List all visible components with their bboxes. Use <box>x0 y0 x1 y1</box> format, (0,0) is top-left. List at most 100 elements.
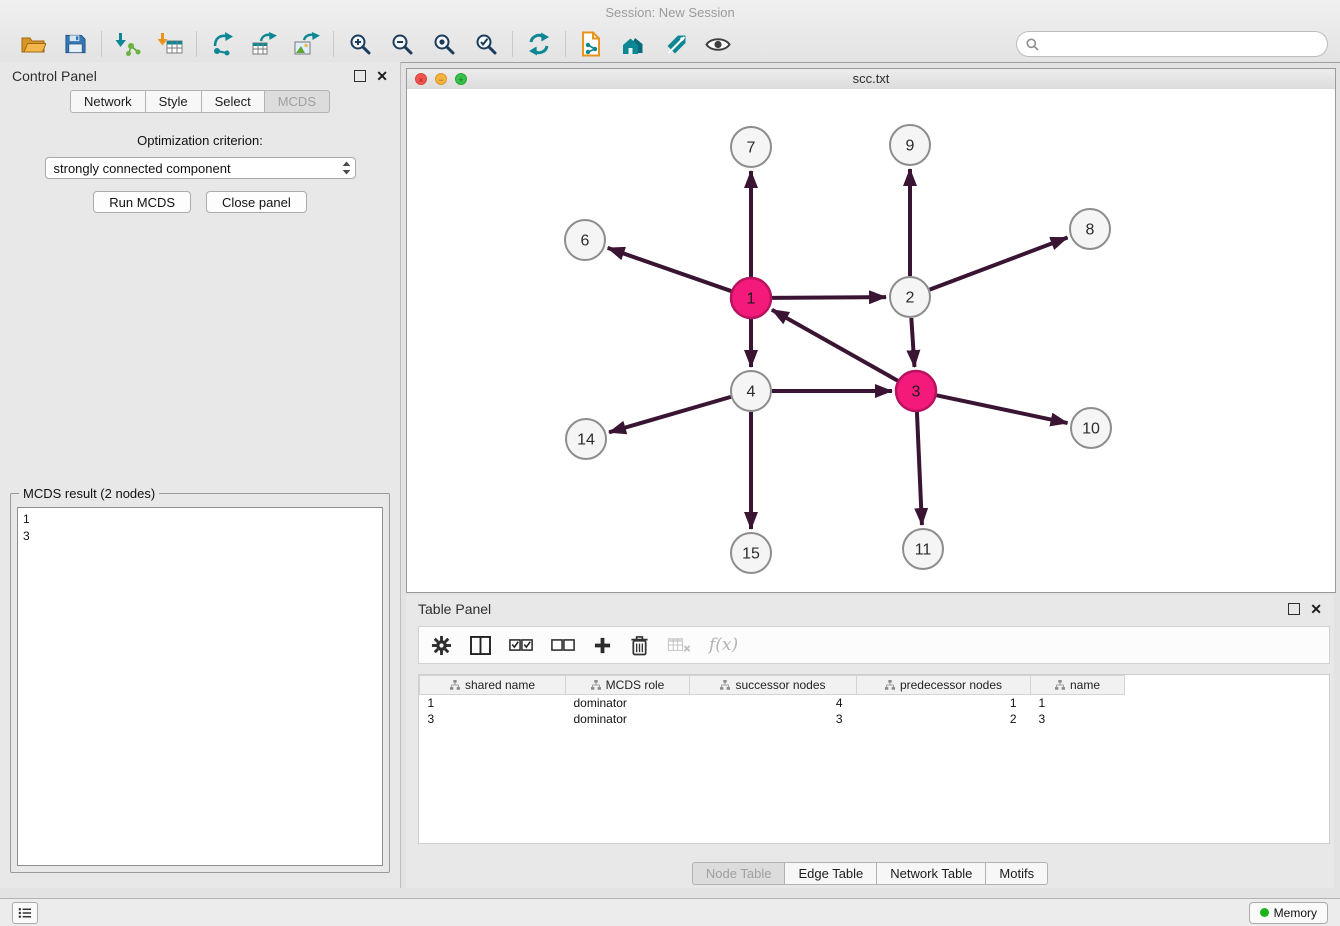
float-table-panel-icon[interactable] <box>1288 603 1300 615</box>
home-button[interactable] <box>613 28 655 60</box>
run-mcds-button[interactable]: Run MCDS <box>93 191 191 213</box>
tab-network-table[interactable]: Network Table <box>877 862 986 885</box>
node-10[interactable]: 10 <box>1071 408 1111 448</box>
node-8[interactable]: 8 <box>1070 209 1110 249</box>
tab-select[interactable]: Select <box>202 90 265 113</box>
node-6[interactable]: 6 <box>565 220 605 260</box>
tab-node-table[interactable]: Node Table <box>692 862 786 885</box>
column-header-mcds-role[interactable]: MCDS role <box>566 676 690 695</box>
columns-icon <box>470 636 491 655</box>
tab-style[interactable]: Style <box>146 90 202 113</box>
column-header-name[interactable]: name <box>1031 676 1125 695</box>
zoom-in-button[interactable] <box>339 28 381 60</box>
close-panel-button[interactable]: Close panel <box>206 191 307 213</box>
edge-3-10[interactable] <box>937 395 1068 423</box>
save-icon <box>64 33 87 55</box>
edge-4-14[interactable] <box>609 397 731 432</box>
close-panel-icon[interactable]: ✕ <box>376 71 388 81</box>
column-tree-icon <box>591 680 601 690</box>
delete-table-button[interactable] <box>667 637 691 653</box>
node-14[interactable]: 14 <box>566 419 606 459</box>
table-cell[interactable]: 3 <box>1031 711 1125 727</box>
table-cell[interactable]: dominator <box>566 711 690 727</box>
table-cell[interactable]: 1 <box>1031 695 1125 712</box>
optimization-criterion-dropdown[interactable]: strongly connected component <box>45 157 356 179</box>
table-cell[interactable]: 3 <box>690 711 857 727</box>
edge-1-6[interactable] <box>608 248 732 291</box>
edge-3-1[interactable] <box>772 310 898 381</box>
edge-2-8[interactable] <box>930 237 1068 289</box>
zoom-window-button[interactable]: + <box>455 73 467 85</box>
zoom-selected-icon <box>475 33 497 55</box>
table-settings-button[interactable] <box>431 635 452 656</box>
close-table-panel-icon[interactable]: ✕ <box>1310 604 1322 614</box>
table-cell[interactable]: 4 <box>690 695 857 712</box>
optimization-criterion-label: Optimization criterion: <box>0 133 400 148</box>
network-canvas[interactable]: 7 9 6 8 1 2 4 3 14 10 15 11 <box>407 89 1335 592</box>
edge-2-3[interactable] <box>911 318 914 367</box>
network-graph[interactable]: 7 9 6 8 1 2 4 3 14 10 15 11 <box>407 89 1335 592</box>
export-table-button[interactable] <box>244 28 286 60</box>
export-network-button[interactable] <box>202 28 244 60</box>
table-cell[interactable]: dominator <box>566 695 690 712</box>
tab-network[interactable]: Network <box>70 90 146 113</box>
node-15[interactable]: 15 <box>731 533 771 573</box>
table-cell[interactable]: 1 <box>420 695 566 712</box>
table-row[interactable]: 3dominator323 <box>420 711 1141 727</box>
plus-icon <box>593 636 612 655</box>
show-column-panel-button[interactable] <box>470 636 491 655</box>
function-builder-button[interactable]: f(x) <box>709 635 738 655</box>
export-image-button[interactable] <box>286 28 328 60</box>
zoom-fit-button[interactable] <box>423 28 465 60</box>
create-column-button[interactable] <box>593 636 612 655</box>
share-document-icon <box>580 31 604 57</box>
refresh-layout-button[interactable] <box>518 28 560 60</box>
node-4[interactable]: 4 <box>731 371 771 411</box>
label-tag-button[interactable] <box>655 28 697 60</box>
delete-column-button[interactable] <box>630 635 649 656</box>
close-window-button[interactable]: × <box>415 73 427 85</box>
tab-edge-table[interactable]: Edge Table <box>785 862 877 885</box>
column-header-shared-name[interactable]: shared name <box>420 676 566 695</box>
table-tabs: Node TableEdge TableNetwork TableMotifs <box>406 862 1334 885</box>
node-label: 8 <box>1086 222 1095 239</box>
search-box[interactable] <box>1016 31 1328 57</box>
memory-button[interactable]: Memory <box>1249 902 1328 924</box>
tab-mcds[interactable]: MCDS <box>265 90 330 113</box>
deselect-all-columns-button[interactable] <box>551 638 575 652</box>
node-3[interactable]: 3 <box>896 371 936 411</box>
table-cell[interactable]: 2 <box>857 711 1031 727</box>
node-2[interactable]: 2 <box>890 277 930 317</box>
node-table[interactable]: shared nameMCDS rolesuccessor nodesprede… <box>418 674 1330 844</box>
task-history-button[interactable] <box>12 902 38 924</box>
node-label: 1 <box>747 291 756 308</box>
open-session-button[interactable] <box>12 28 54 60</box>
table-cell[interactable]: 1 <box>857 695 1031 712</box>
edge-1-2[interactable] <box>772 297 886 298</box>
column-header-predecessor-nodes[interactable]: predecessor nodes <box>857 676 1031 695</box>
node-7[interactable]: 7 <box>731 127 771 167</box>
select-all-columns-button[interactable] <box>509 638 533 652</box>
mcds-result-text: 1 3 <box>17 507 383 866</box>
save-session-button[interactable] <box>54 28 96 60</box>
share-document-button[interactable] <box>571 28 613 60</box>
node-label: 15 <box>742 546 760 563</box>
zoom-out-button[interactable] <box>381 28 423 60</box>
node-11[interactable]: 11 <box>903 529 943 569</box>
table-row[interactable]: 1dominator411 <box>420 695 1141 712</box>
edge-3-11[interactable] <box>917 412 922 525</box>
node-1[interactable]: 1 <box>731 278 771 318</box>
minimize-window-button[interactable]: − <box>435 73 447 85</box>
node-9[interactable]: 9 <box>890 125 930 165</box>
column-header-successor-nodes[interactable]: successor nodes <box>690 676 857 695</box>
mcds-result-fieldset: MCDS result (2 nodes) 1 3 <box>10 493 390 873</box>
search-input[interactable] <box>1045 36 1318 53</box>
tab-motifs[interactable]: Motifs <box>986 862 1048 885</box>
zoom-selected-button[interactable] <box>465 28 507 60</box>
import-network-button[interactable] <box>107 28 149 60</box>
import-table-button[interactable] <box>149 28 191 60</box>
float-panel-icon[interactable] <box>354 70 366 82</box>
table-cell[interactable]: 3 <box>420 711 566 727</box>
show-graphics-button[interactable] <box>697 28 739 60</box>
dropdown-selected-value: strongly connected component <box>54 161 231 176</box>
